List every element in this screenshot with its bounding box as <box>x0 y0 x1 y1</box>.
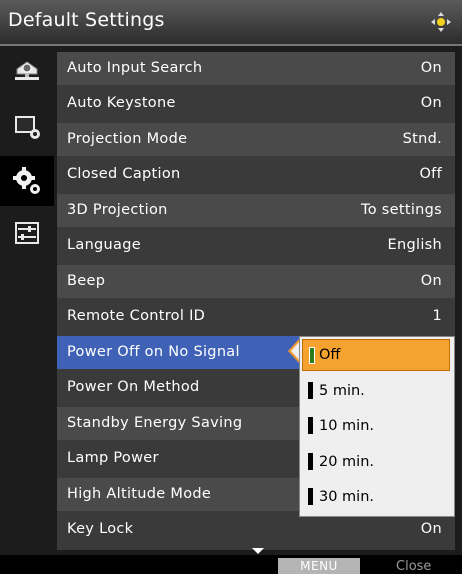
setting-row-beep[interactable]: Beep On <box>57 265 455 298</box>
setting-row-3d-projection[interactable]: 3D Projection To settings <box>57 194 455 227</box>
footer-bar: MENU Close <box>0 555 462 574</box>
sidebar-item-settings[interactable] <box>0 156 54 206</box>
setting-value: On <box>420 95 442 111</box>
projector-icon <box>15 61 39 80</box>
option-off[interactable]: Off <box>302 339 450 371</box>
setting-value: To settings <box>361 202 442 218</box>
setting-value: Stnd. <box>402 131 442 147</box>
gears-icon <box>13 167 40 194</box>
setting-label: Remote Control ID <box>67 308 206 324</box>
setting-row-auto-input-search[interactable]: Auto Input Search On <box>57 52 455 85</box>
setting-label: Power On Method <box>67 379 200 395</box>
setting-label: Projection Mode <box>67 131 188 147</box>
setting-row-closed-caption[interactable]: Closed Caption Off <box>57 158 455 191</box>
setting-value: On <box>420 60 442 76</box>
option-20-min[interactable]: 20 min. <box>302 446 450 478</box>
setting-label: Standby Energy Saving <box>67 415 243 431</box>
option-label: 20 min. <box>319 454 375 470</box>
option-10-min[interactable]: 10 min. <box>302 410 450 442</box>
setting-label: Closed Caption <box>67 166 181 182</box>
setting-row-projection-mode[interactable]: Projection Mode Stnd. <box>57 123 455 156</box>
option-marker-icon <box>308 488 313 505</box>
setting-label: Beep <box>67 273 106 289</box>
sidebar-item-projector[interactable] <box>0 46 54 96</box>
setting-label: Power Off on No Signal <box>67 344 240 360</box>
title-bar: Default Settings <box>0 0 462 46</box>
close-label: Close <box>396 559 432 574</box>
setting-value: 1 <box>432 308 442 324</box>
setting-label: Auto Input Search <box>67 60 203 76</box>
setting-label: 3D Projection <box>67 202 168 218</box>
setting-value: English <box>387 237 442 253</box>
setting-value: On <box>420 521 442 537</box>
setting-label: Auto Keystone <box>67 95 176 111</box>
setting-label: Lamp Power <box>67 450 159 466</box>
setting-value: Off <box>419 166 442 182</box>
option-marker-icon <box>308 453 313 470</box>
option-label: Off <box>319 347 341 363</box>
default-settings-window: Default Settings Auto Input Search On Au… <box>0 0 462 574</box>
setting-row-remote-control-id[interactable]: Remote Control ID 1 <box>57 300 455 333</box>
power-off-options-popup: Off 5 min. 10 min. 20 min. 30 min. <box>299 336 455 517</box>
sidebar-item-display[interactable] <box>0 102 54 152</box>
option-5-min[interactable]: 5 min. <box>302 375 450 407</box>
sidebar-item-controls[interactable] <box>0 208 54 258</box>
setting-label: High Altitude Mode <box>67 486 212 502</box>
navigation-arrows-icon[interactable] <box>430 11 452 33</box>
option-30-min[interactable]: 30 min. <box>302 481 450 513</box>
option-marker-icon <box>308 417 313 434</box>
window-title: Default Settings <box>8 9 165 31</box>
option-label: 30 min. <box>319 489 375 505</box>
setting-row-auto-keystone[interactable]: Auto Keystone On <box>57 87 455 120</box>
setting-label: Language <box>67 237 141 253</box>
category-sidebar <box>0 46 54 554</box>
option-marker-icon <box>308 382 313 399</box>
selected-marker-icon <box>309 347 315 364</box>
setting-label: Key Lock <box>67 521 134 537</box>
scroll-down-icon[interactable] <box>252 548 264 554</box>
option-label: 10 min. <box>319 418 375 434</box>
option-label: 5 min. <box>319 383 365 399</box>
setting-row-language[interactable]: Language English <box>57 229 455 262</box>
setting-row-key-lock[interactable]: Key Lock On <box>57 513 455 546</box>
setting-value: On <box>420 273 442 289</box>
display-settings-icon <box>15 116 40 139</box>
menu-button[interactable]: MENU <box>278 558 360 574</box>
sliders-icon <box>15 222 39 244</box>
